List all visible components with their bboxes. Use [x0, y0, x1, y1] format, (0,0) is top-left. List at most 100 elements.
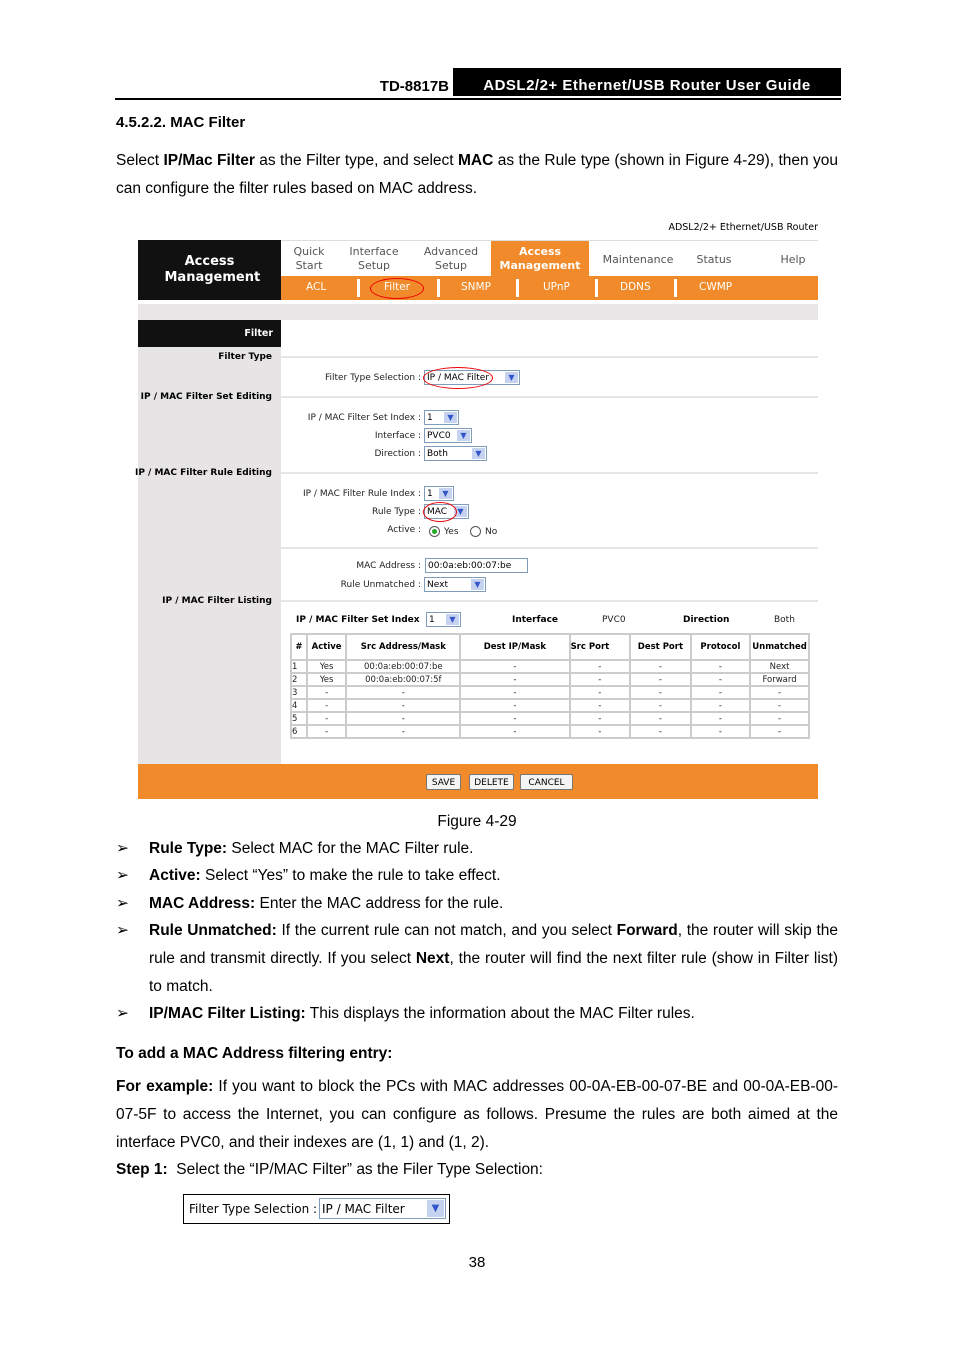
page-number: 38 [468, 1254, 486, 1271]
table-cell: Next [749, 659, 810, 674]
listing-interface-value: PVC0 [602, 615, 626, 625]
nav-advanced-setup[interactable]: Advanced Setup [419, 245, 483, 273]
table-row: 4------- [290, 698, 810, 713]
step1-label: Step 1: [116, 1161, 168, 1178]
table-cell: 2 [290, 672, 308, 687]
subnav-acl[interactable]: ACL [306, 281, 326, 293]
filter-header: Filter [138, 320, 281, 347]
table-cell: - [568, 672, 632, 687]
label-listing: IP / MAC Filter Listing [162, 596, 272, 606]
table-cell: - [629, 685, 692, 700]
table-cell: - [629, 724, 692, 739]
col-header: # [290, 633, 308, 661]
add-entry-heading: To add a MAC Address filtering entry: [116, 1045, 393, 1062]
arrow-bullet-icon: ➢ [116, 867, 129, 884]
snippet-filter-type-select[interactable]: IP / MAC Filter ▼ [319, 1198, 446, 1219]
example-text: If you want to block the PCs with MAC ad… [116, 1078, 838, 1151]
section-block-label: Access Management [164, 254, 261, 285]
intro-bold: IP/Mac Filter [163, 152, 255, 169]
table-cell: - [749, 685, 810, 700]
interface-label: Interface : [374, 431, 421, 441]
step1-text: Select the “IP/MAC Filter” as the Filer … [167, 1161, 543, 1178]
table-cell: 00:0a:eb:00:07:5f [345, 672, 462, 687]
arrow-bullet-icon: ➢ [116, 895, 129, 912]
active-yes-radio[interactable] [429, 526, 440, 537]
router-brand: ADSL2/2+ Ethernet/USB Router [668, 222, 818, 233]
table-cell: 00:0a:eb:00:07:be [345, 659, 462, 674]
filter-type-snippet: Filter Type Selection : IP / MAC Filter ▼ [183, 1194, 450, 1224]
snippet-label: Filter Type Selection : [189, 1202, 318, 1216]
listing-direction-value: Both [774, 615, 795, 625]
table-cell: - [629, 698, 692, 713]
subnav-upnp[interactable]: UPnP [543, 281, 570, 293]
subnav-divider [595, 279, 598, 297]
chevron-down-icon: ▼ [439, 488, 452, 499]
subnav-cwmp[interactable]: CWMP [699, 281, 732, 293]
chevron-down-icon: ▼ [446, 614, 459, 625]
rule-index-select[interactable]: 1 ▼ [424, 486, 454, 501]
nav-status[interactable]: Status [689, 253, 739, 267]
table-row: 5------- [290, 711, 810, 726]
divider [281, 356, 818, 358]
set-index-label: IP / MAC Filter Set Index : [307, 413, 421, 423]
bullet-term: Rule Type: [149, 840, 228, 857]
active-no-label: No [485, 527, 498, 537]
save-button[interactable]: SAVE [426, 774, 461, 790]
bullet-text: Enter the MAC address for the rule. [255, 895, 504, 912]
direction-label: Direction : [374, 449, 421, 459]
bullet-rule-type: ➢ Rule Type: Select MAC for the MAC Filte… [116, 835, 838, 863]
table-cell: - [689, 672, 752, 687]
col-header: Protocol [689, 633, 752, 661]
table-row: 6------- [290, 724, 810, 739]
guide-title: ADSL2/2+ Ethernet/USB Router User Guide [453, 68, 841, 96]
set-index-select[interactable]: 1 ▼ [424, 410, 459, 425]
bullet-text: Select MAC for the MAC Filter rule. [227, 840, 474, 857]
rule-index-value: 1 [427, 489, 433, 499]
bullet-text: Select “Yes” to make the rule to take ef… [200, 867, 501, 884]
table-cell: - [689, 698, 752, 713]
nav-maintenance[interactable]: Maintenance [597, 253, 679, 267]
table-cell: - [568, 724, 632, 739]
set-index-value: 1 [427, 413, 433, 423]
subnav-snmp[interactable]: SNMP [461, 281, 491, 293]
table-cell: 5 [290, 711, 308, 726]
model-name: TD-8817B [379, 78, 449, 95]
direction-select[interactable]: Both ▼ [424, 446, 487, 461]
bullet-active: ➢ Active: Select “Yes” to make the rule t… [116, 862, 838, 890]
table-cell: - [305, 685, 348, 700]
chevron-down-icon: ▼ [457, 430, 470, 441]
bullet-term: MAC Address: [149, 895, 256, 912]
interface-value: PVC0 [427, 431, 451, 441]
mac-address-input[interactable]: 00:0a:eb:00:07:be [425, 558, 528, 573]
rule-unmatched-select[interactable]: Next ▼ [424, 577, 486, 592]
table-cell: - [459, 711, 571, 726]
active-no-radio[interactable] [470, 526, 481, 537]
rule-index-label: IP / MAC Filter Rule Index : [302, 489, 421, 499]
cancel-button[interactable]: CANCEL [520, 774, 573, 790]
table-cell: - [568, 659, 632, 674]
table-cell: - [305, 711, 348, 726]
label-set-editing: IP / MAC Filter Set Editing [140, 392, 272, 402]
table-cell: - [459, 724, 571, 739]
subnav-ddns[interactable]: DDNS [620, 281, 651, 293]
listing-set-index-value: 1 [429, 615, 435, 625]
subnav-divider [437, 279, 440, 297]
subnav-divider [357, 279, 360, 297]
mac-address-label: MAC Address : [356, 561, 421, 571]
table-cell: - [345, 711, 462, 726]
table-cell: - [689, 724, 752, 739]
router-topbar: Access Management Quick Start Interface … [138, 240, 818, 301]
interface-select[interactable]: PVC0 ▼ [424, 428, 472, 443]
nav-access-management[interactable]: Access Management [491, 241, 589, 277]
divider [281, 396, 818, 398]
nav-interface-setup[interactable]: Interface Setup [345, 245, 403, 273]
table-cell: - [345, 685, 462, 700]
listing-set-index-select[interactable]: 1 ▼ [426, 612, 461, 627]
table-cell: - [689, 659, 752, 674]
delete-button[interactable]: DELETE [469, 774, 514, 790]
col-header: Src Address/Mask [345, 633, 462, 661]
table-cell: Forward [749, 672, 810, 687]
nav-quick-start[interactable]: Quick Start [289, 245, 329, 273]
table-cell: - [459, 698, 571, 713]
nav-help[interactable]: Help [773, 253, 813, 267]
